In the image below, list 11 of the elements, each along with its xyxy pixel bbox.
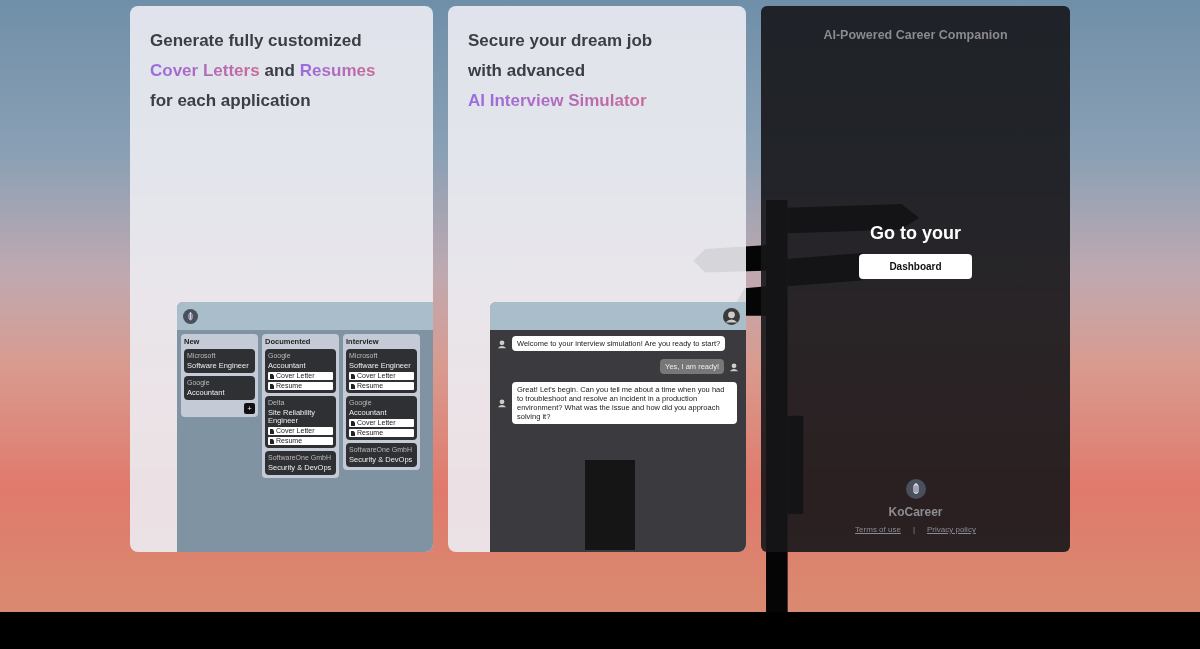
headline-text: Generate fully customized [150, 30, 362, 52]
avatar-icon [723, 307, 740, 325]
headline-text: with advanced [468, 60, 586, 82]
avatar-icon [728, 360, 740, 373]
headline-text: for each application [150, 90, 311, 112]
headline-text: and [264, 60, 295, 82]
headline-text: Secure your dream job [468, 30, 653, 52]
avatar-icon [496, 397, 508, 409]
logo-icon [183, 308, 198, 324]
avatar-icon [496, 337, 508, 350]
tagline-text: AI-Powered Career Companion [823, 28, 1008, 42]
